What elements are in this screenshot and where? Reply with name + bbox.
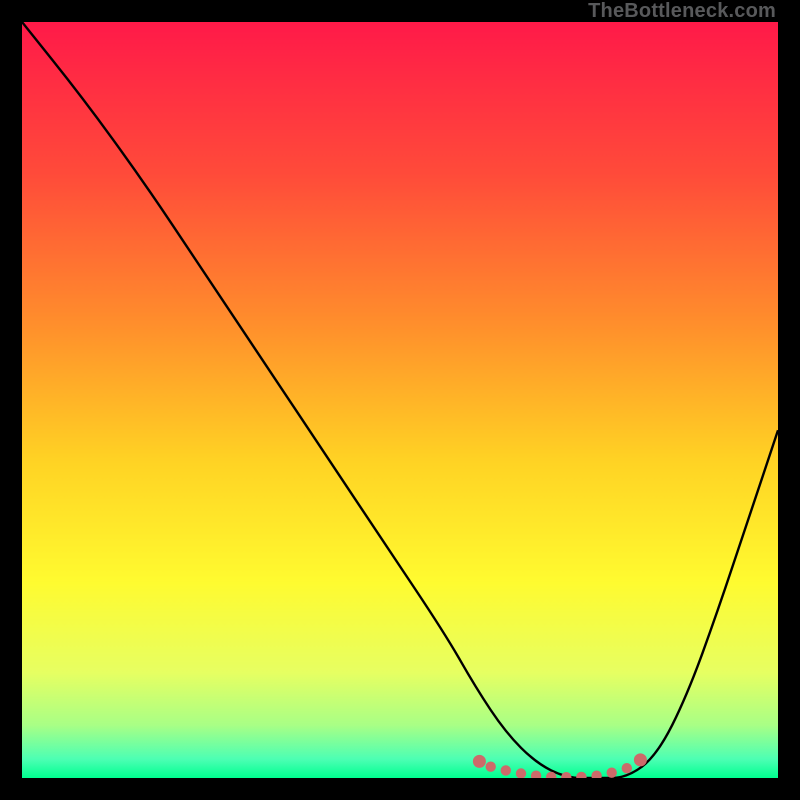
sweet-spot-dot <box>607 768 617 778</box>
sweet-spot-dot <box>501 765 511 775</box>
chart-frame <box>22 22 778 778</box>
sweet-spot-dot <box>622 763 632 773</box>
sweet-spot-dot <box>473 755 486 768</box>
sweet-spot-dot <box>486 762 496 772</box>
sweet-spot-dot <box>531 771 541 779</box>
sweet-spot-dot <box>591 771 601 779</box>
sweet-spot-dot <box>576 772 586 778</box>
sweet-spot-dot <box>561 772 571 778</box>
chart-curve-layer <box>22 22 778 778</box>
watermark-text: TheBottleneck.com <box>588 0 776 23</box>
sweet-spot-dot <box>516 768 526 778</box>
sweet-spot-dot <box>634 753 647 766</box>
bottleneck-curve <box>22 22 778 778</box>
